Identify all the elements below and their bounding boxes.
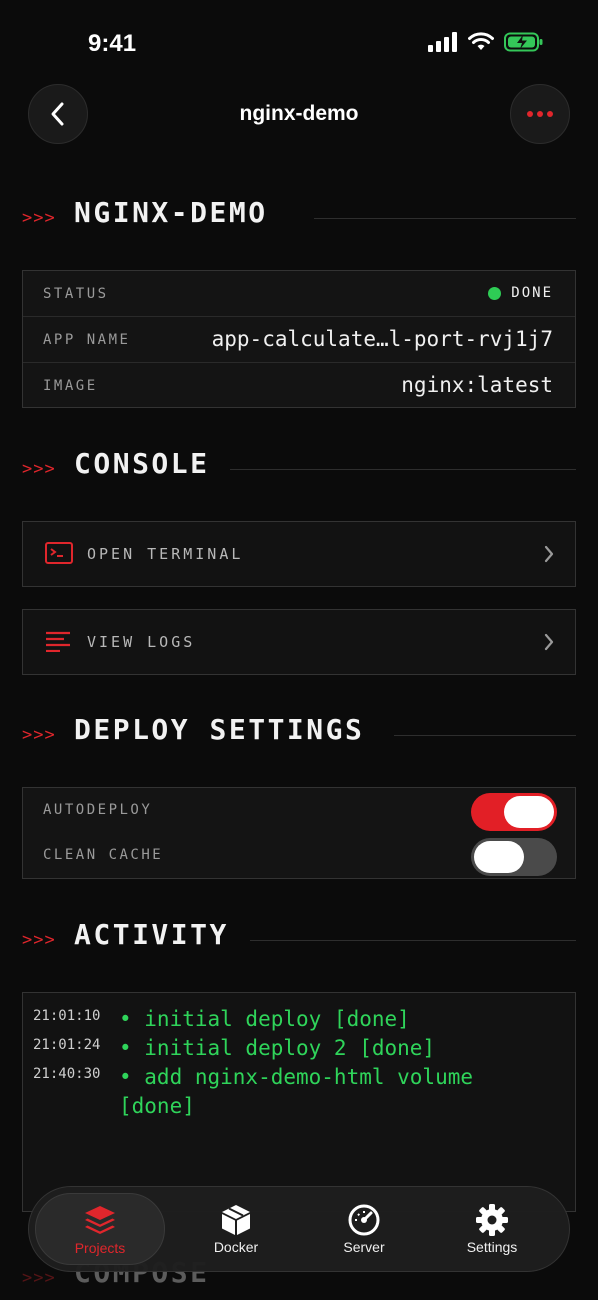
tab-label: Settings (466, 1239, 518, 1255)
section-title: NGINX-DEMO (74, 196, 268, 229)
clean-cache-row: CLEAN CACHE (23, 833, 575, 878)
section-title: ACTIVITY (74, 918, 229, 951)
more-options-button[interactable] (510, 84, 570, 144)
status-time: 9:41 (88, 30, 137, 57)
activity-time: 21:40:30 (33, 1066, 101, 1082)
open-terminal-row[interactable]: OPEN TERMINAL (22, 521, 576, 587)
clean-cache-label: CLEAN CACHE (43, 847, 164, 863)
view-logs-label: VIEW LOGS (87, 633, 196, 651)
activity-message: • add nginx-demo-html volume [done] (119, 1065, 474, 1118)
section-arrows: >>> (22, 930, 56, 950)
status-row: STATUS DONE (23, 271, 575, 317)
activity-time: 21:01:10 (33, 1008, 101, 1024)
top-nav: nginx-demo (0, 84, 598, 146)
activity-message: • initial deploy [done] (119, 1007, 410, 1031)
section-arrows: >>> (22, 725, 56, 745)
autodeploy-toggle[interactable] (471, 793, 557, 831)
toggle-knob (474, 841, 524, 873)
wifi-icon (468, 32, 494, 50)
tab-server[interactable]: Server (299, 1193, 429, 1265)
gauge-icon (348, 1204, 380, 1236)
activity-message: • initial deploy 2 [done] (119, 1036, 436, 1060)
section-arrows: >>> (22, 1268, 56, 1288)
section-divider (314, 218, 576, 219)
box-icon (222, 1205, 250, 1235)
deploy-settings-card: AUTODEPLOY CLEAN CACHE (22, 787, 576, 879)
activity-time: 21:01:24 (33, 1037, 101, 1053)
app-name-value: app-calculate…l-port-rvj1j7 (211, 327, 553, 351)
view-logs-row[interactable]: VIEW LOGS (22, 609, 576, 675)
section-title: CONSOLE (74, 447, 210, 480)
image-value: nginx:latest (401, 373, 553, 397)
section-activity: >>> ACTIVITY (22, 918, 576, 958)
toggle-knob (504, 796, 554, 828)
section-console: >>> CONSOLE (22, 447, 576, 487)
tab-docker[interactable]: Docker (171, 1193, 301, 1265)
layers-icon (85, 1206, 115, 1234)
image-label: IMAGE (43, 378, 98, 394)
autodeploy-row: AUTODEPLOY (23, 788, 575, 833)
section-divider (250, 940, 576, 941)
autodeploy-label: AUTODEPLOY (43, 802, 153, 818)
gear-icon (476, 1204, 508, 1236)
status-value: DONE (511, 285, 553, 301)
clean-cache-toggle[interactable] (471, 838, 557, 876)
open-terminal-label: OPEN TERMINAL (87, 545, 244, 563)
status-label: STATUS (43, 286, 109, 302)
tab-label: Docker (213, 1239, 259, 1255)
section-title: DEPLOY SETTINGS (74, 713, 365, 746)
bottom-tab-bar: Projects Docker Server Settings (28, 1186, 570, 1272)
ellipsis-icon (527, 111, 553, 117)
image-row: IMAGE nginx:latest (23, 363, 575, 409)
status-bar: 9:41 (0, 0, 598, 80)
page-title: nginx-demo (239, 102, 359, 125)
battery-charging-icon (504, 32, 543, 52)
tab-label: Server (343, 1239, 385, 1255)
section-divider (230, 469, 576, 470)
chevron-right-icon (544, 633, 554, 651)
section-app: >>> NGINX-DEMO (22, 196, 576, 236)
tab-label: Projects (74, 1240, 126, 1256)
section-divider (394, 735, 576, 736)
section-arrows: >>> (22, 459, 56, 479)
logs-icon (46, 631, 70, 652)
section-arrows: >>> (22, 208, 56, 228)
activity-log: 21:01:10 • initial deploy [done] 21:01:2… (22, 992, 576, 1212)
tab-settings[interactable]: Settings (427, 1193, 557, 1265)
app-name-row: APP NAME app-calculate…l-port-rvj1j7 (23, 317, 575, 363)
status-dot-icon (488, 286, 502, 300)
signal-icon (428, 32, 457, 52)
app-name-label: APP NAME (43, 332, 131, 348)
app-info-card: STATUS DONE APP NAME app-calculate…l-por… (22, 270, 576, 408)
section-deploy-settings: >>> DEPLOY SETTINGS (22, 713, 576, 753)
tab-projects[interactable]: Projects (35, 1193, 165, 1265)
status-icons (428, 32, 544, 52)
status-badge: DONE (488, 285, 553, 301)
chevron-right-icon (544, 545, 554, 563)
terminal-icon (45, 542, 73, 564)
